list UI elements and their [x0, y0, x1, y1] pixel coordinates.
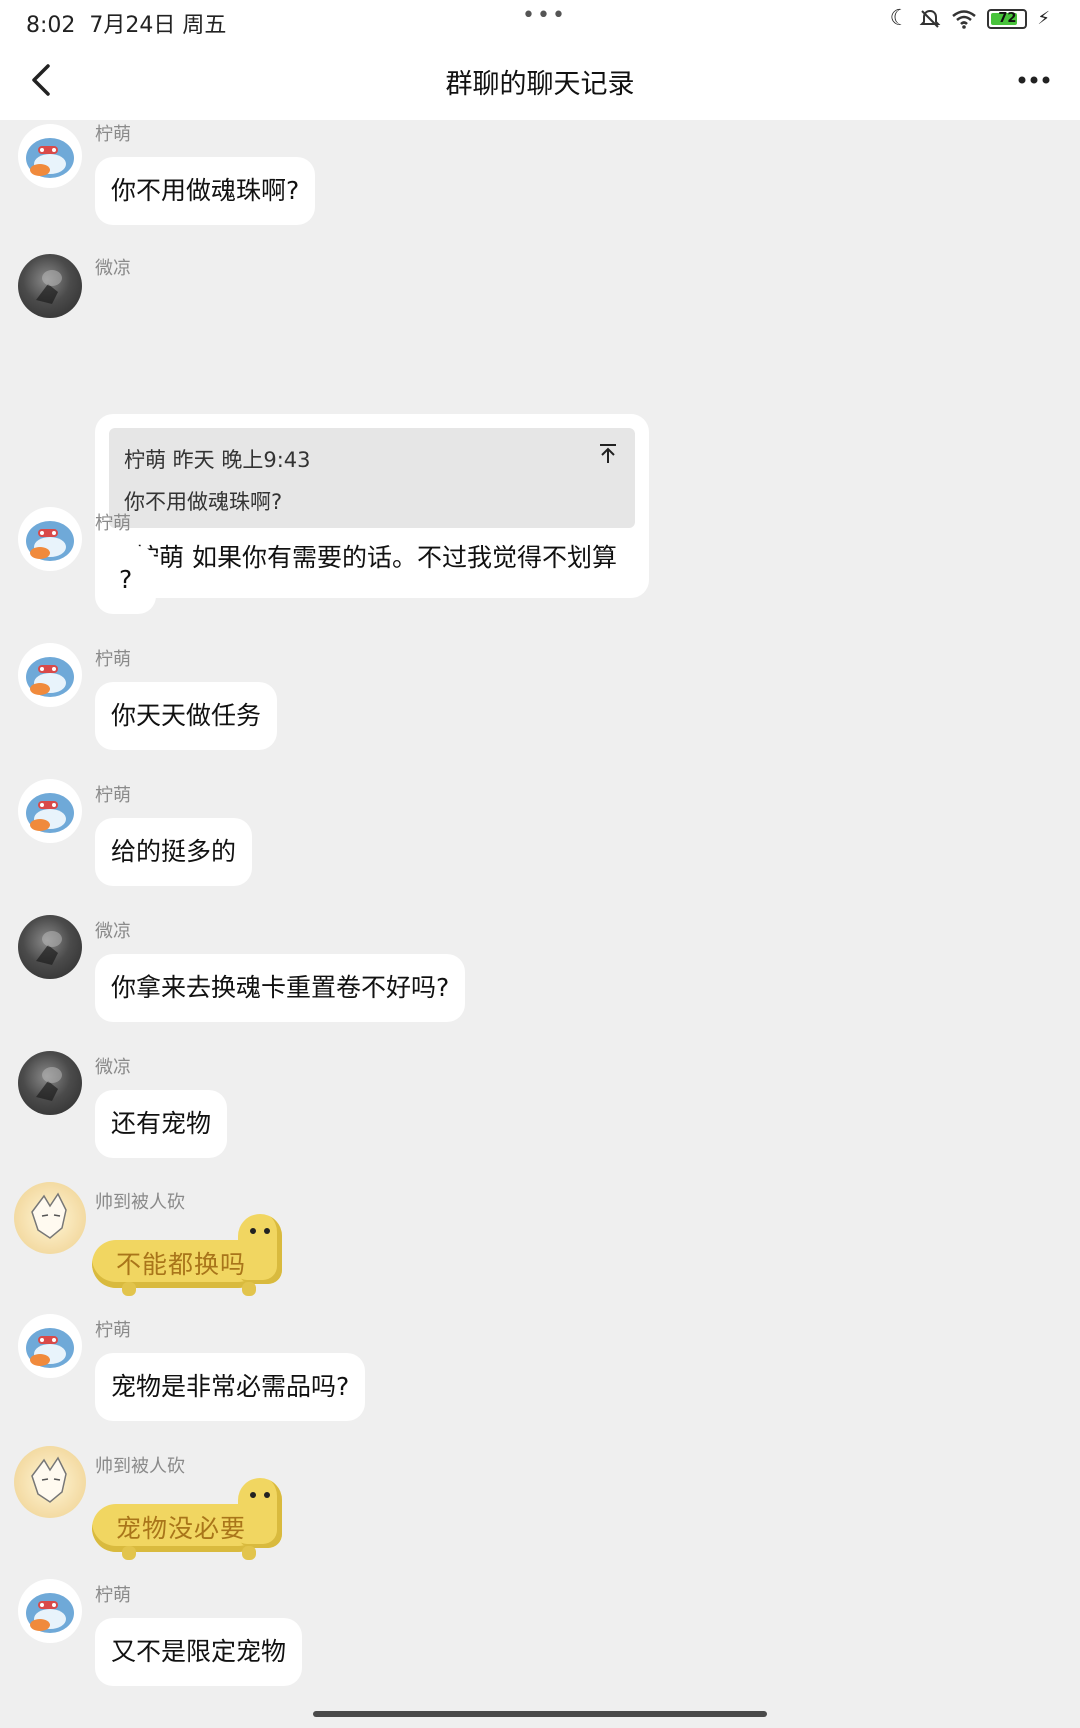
- sticker-message[interactable]: 不能都换吗: [92, 1214, 288, 1296]
- message-bubble[interactable]: 还有宠物: [95, 1090, 228, 1158]
- sender-name: 柠萌: [95, 1585, 131, 1606]
- message-bubble[interactable]: 宠物是非常必需品吗?: [95, 1353, 366, 1421]
- avatar[interactable]: [18, 254, 82, 318]
- sender-name: 微凉: [95, 258, 131, 279]
- whale-avatar-icon: [26, 138, 74, 178]
- sticker-eye: [250, 1228, 256, 1234]
- status-icons: ☾ 72 ⚡: [890, 6, 1050, 31]
- battery-icon: 72: [987, 8, 1028, 29]
- avatar[interactable]: [14, 1446, 86, 1518]
- anime-avatar-icon: [31, 1456, 67, 1503]
- avatar[interactable]: [18, 1579, 82, 1643]
- avatar[interactable]: [18, 507, 82, 571]
- more-icon[interactable]: [1014, 58, 1054, 102]
- quote-text: 你不用做魂珠啊?: [124, 490, 283, 514]
- sender-name: 帅到被人砍: [95, 1192, 185, 1213]
- sticker-text: 宠物没必要: [116, 1514, 247, 1543]
- avatar[interactable]: [18, 643, 82, 707]
- photo-avatar-icon: [36, 931, 62, 965]
- avatar[interactable]: [18, 1314, 82, 1378]
- avatar[interactable]: [18, 1051, 82, 1115]
- sticker-leg: [122, 1546, 136, 1560]
- anime-avatar-icon: [31, 1192, 67, 1239]
- message-text: @柠萌 如果你有需要的话。不过我觉得不划算: [109, 543, 617, 572]
- top-nav: 群聊的聊天记录: [0, 40, 1080, 120]
- photo-avatar-icon: [36, 270, 62, 304]
- sender-name: 柠萌: [95, 513, 131, 534]
- sender-name: 微凉: [95, 921, 131, 942]
- sticker-leg: [122, 1282, 136, 1296]
- sticker-eye: [264, 1492, 270, 1498]
- sender-name: 柠萌: [95, 1320, 131, 1341]
- wifi-icon: [952, 9, 977, 29]
- quote-header: 柠萌 昨天 晚上9:43: [124, 448, 311, 472]
- sticker-leg: [242, 1546, 256, 1560]
- message-bubble[interactable]: 又不是限定宠物: [95, 1618, 303, 1686]
- jump-to-top-icon[interactable]: [597, 442, 619, 466]
- sender-name: 柠萌: [95, 649, 131, 670]
- message-bubble[interactable]: 你拿来去换魂卡重置卷不好吗?: [95, 954, 466, 1022]
- whale-avatar-icon: [26, 793, 74, 833]
- message-bubble[interactable]: 给的挺多的: [95, 818, 253, 886]
- avatar[interactable]: [14, 1182, 86, 1254]
- avatar[interactable]: [18, 915, 82, 979]
- status-bar: 8:02 7月24日 周五 ••• ☾ 72 ⚡: [0, 0, 1080, 40]
- home-indicator[interactable]: [313, 1711, 767, 1717]
- whale-avatar-icon: [26, 657, 74, 697]
- sticker-message[interactable]: 宠物没必要: [92, 1478, 288, 1560]
- bell-muted-icon: [919, 9, 941, 28]
- sender-name: 柠萌: [95, 124, 131, 145]
- status-time: 8:02 7月24日 周五: [26, 13, 227, 38]
- reply-bubble[interactable]: 柠萌 昨天 晚上9:43 你不用做魂珠啊? @柠萌 如果你有需要的话。不过我觉得…: [95, 414, 649, 598]
- message-bubble[interactable]: ?: [95, 546, 157, 614]
- avatar[interactable]: [18, 779, 82, 843]
- quoted-message[interactable]: 柠萌 昨天 晚上9:43 你不用做魂珠啊?: [109, 428, 635, 528]
- message-bubble[interactable]: 你天天做任务: [95, 682, 278, 750]
- whale-avatar-icon: [26, 1593, 74, 1633]
- sticker-eye: [250, 1492, 256, 1498]
- avatar[interactable]: [18, 124, 82, 188]
- sticker-leg: [242, 1282, 256, 1296]
- sticker-text: 不能都换吗: [116, 1250, 247, 1279]
- sender-name: 柠萌: [95, 785, 131, 806]
- photo-avatar-icon: [36, 1067, 62, 1101]
- whale-avatar-icon: [26, 521, 74, 561]
- sender-name: 微凉: [95, 1057, 131, 1078]
- status-dots: •••: [522, 3, 567, 28]
- sticker-eye: [264, 1228, 270, 1234]
- sender-name: 帅到被人砍: [95, 1456, 185, 1477]
- page-title: 群聊的聊天记录: [445, 69, 635, 100]
- moon-icon: ☾: [889, 6, 910, 31]
- chat-history[interactable]: 柠萌 你不用做魂珠啊? 微凉 柠萌 昨天 晚上9:43 你不用做魂珠啊? @柠萌…: [0, 120, 1080, 1728]
- whale-avatar-icon: [26, 1328, 74, 1368]
- charging-icon: ⚡: [1037, 8, 1050, 29]
- message-bubble[interactable]: 你不用做魂珠啊?: [95, 157, 316, 225]
